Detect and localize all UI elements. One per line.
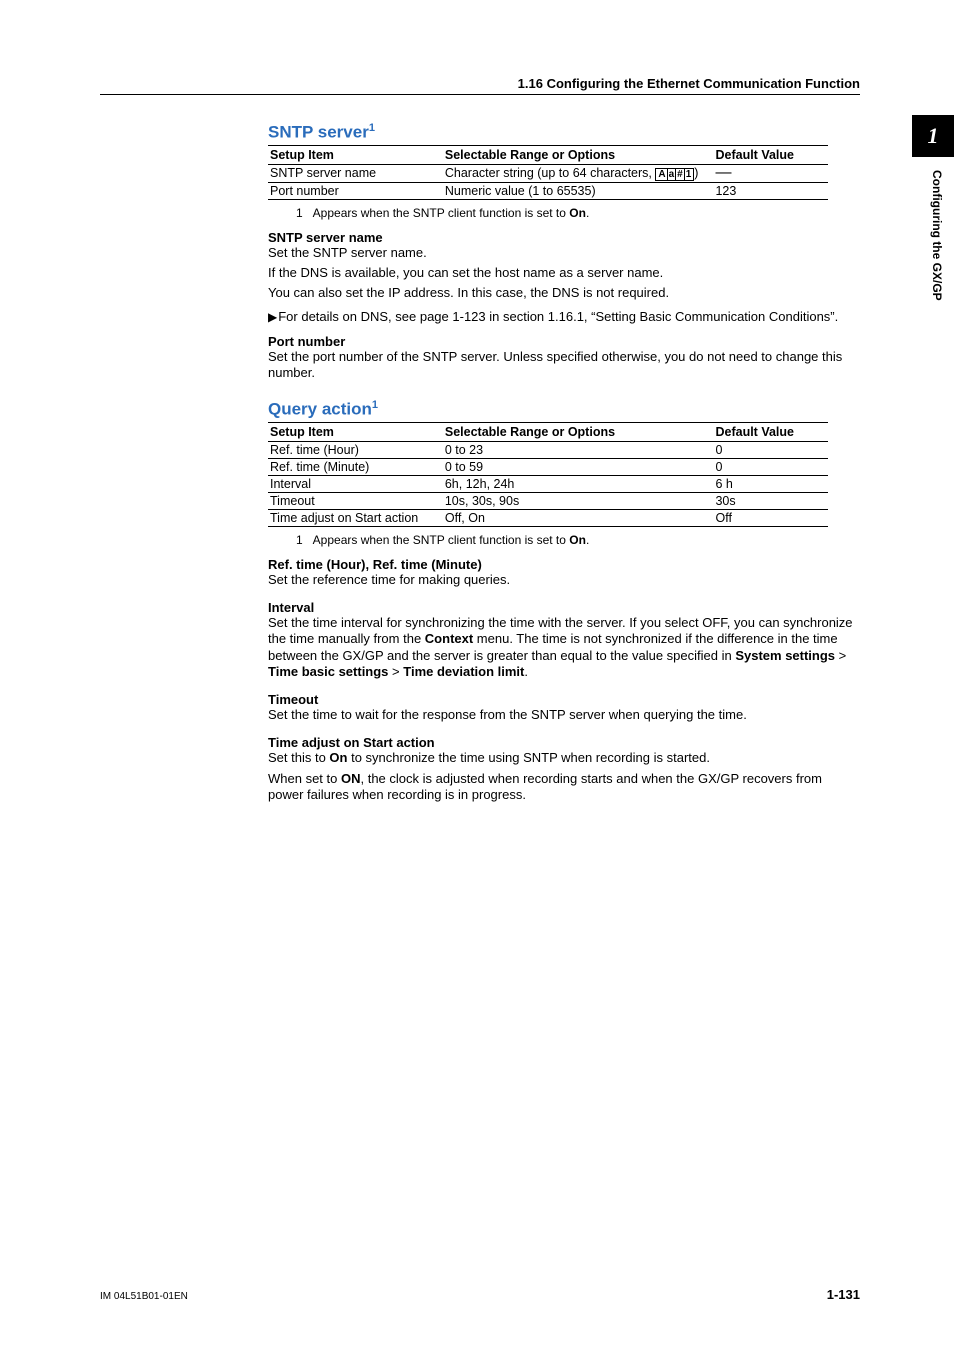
reftime-subtitle: Ref. time (Hour), Ref. time (Minute) xyxy=(268,557,860,572)
range-pre: Character string (up to 64 characters, xyxy=(445,166,656,180)
col-range: Selectable Range or Options xyxy=(443,145,714,164)
text: . xyxy=(524,664,528,679)
section-title-text: Query action xyxy=(268,400,372,419)
body-text: Set the time to wait for the response fr… xyxy=(268,707,860,723)
col-range: Selectable Range or Options xyxy=(443,422,714,441)
key-a-lower: a xyxy=(668,169,677,180)
cell-setup: SNTP server name xyxy=(268,164,443,182)
main-content: SNTP server1 Setup Item Selectable Range… xyxy=(268,122,860,807)
query-footnote: 1 Appears when the SNTP client function … xyxy=(296,533,860,547)
running-header: 1.16 Configuring the Ethernet Communicat… xyxy=(518,76,860,91)
col-setup: Setup Item xyxy=(268,145,443,164)
cell-range: Character string (up to 64 characters, A… xyxy=(443,164,714,182)
footnote-num: 1 xyxy=(296,206,310,220)
footer-doc-id: IM 04L51B01-01EN xyxy=(100,1291,188,1302)
table-row: Interval 6h, 12h, 24h 6 h xyxy=(268,475,828,492)
sntp-footnote: 1 Appears when the SNTP client function … xyxy=(296,206,860,220)
section-title-sup: 1 xyxy=(369,122,375,134)
cell-range: 0 to 23 xyxy=(443,441,714,458)
footnote-text: Appears when the SNTP client function is… xyxy=(313,533,570,547)
section-title-sup: 1 xyxy=(372,399,378,411)
table-row: Ref. time (Minute) 0 to 59 0 xyxy=(268,458,828,475)
query-table: Setup Item Selectable Range or Options D… xyxy=(268,422,828,527)
col-default: Default Value xyxy=(713,422,828,441)
key-a-upper: A xyxy=(657,169,667,180)
adjust-subtitle: Time adjust on Start action xyxy=(268,735,860,750)
footer-page-num: 1-131 xyxy=(827,1287,860,1302)
section-title-text: SNTP server xyxy=(268,123,369,142)
timeout-subtitle: Timeout xyxy=(268,692,860,707)
cell-default: 0 xyxy=(713,441,828,458)
body-text: Set this to On to synchronize the time u… xyxy=(268,750,860,766)
bold: Context xyxy=(425,631,473,646)
default-dash: ― xyxy=(715,164,731,181)
footnote-tail: . xyxy=(586,533,589,547)
cell-setup: Port number xyxy=(268,182,443,199)
bold: ON xyxy=(341,771,361,786)
chapter-tab: 1 xyxy=(912,115,954,157)
body-text: When set to ON, the clock is adjusted wh… xyxy=(268,771,860,804)
text: > xyxy=(388,664,403,679)
footnote-num: 1 xyxy=(296,533,310,547)
text: to synchronize the time using SNTP when … xyxy=(347,750,710,765)
cell-setup: Timeout xyxy=(268,492,443,509)
text: When set to xyxy=(268,771,341,786)
arrow-icon: ▶ xyxy=(268,310,277,324)
body-text: Set the SNTP server name. xyxy=(268,245,860,261)
cell-default: 6 h xyxy=(713,475,828,492)
footnote-bold: On xyxy=(569,206,586,220)
cell-setup: Ref. time (Minute) xyxy=(268,458,443,475)
body-text: Set the reference time for making querie… xyxy=(268,572,860,588)
table-row: Ref. time (Hour) 0 to 23 0 xyxy=(268,441,828,458)
sntp-table: Setup Item Selectable Range or Options D… xyxy=(268,145,828,200)
cell-range: 6h, 12h, 24h xyxy=(443,475,714,492)
cell-range: Off, On xyxy=(443,509,714,526)
table-row: Port number Numeric value (1 to 65535) 1… xyxy=(268,182,828,199)
cell-default: ― xyxy=(713,164,828,182)
table-row: Timeout 10s, 30s, 90s 30s xyxy=(268,492,828,509)
body-text: Set the port number of the SNTP server. … xyxy=(268,349,860,382)
bold: System settings xyxy=(735,648,835,663)
cell-setup: Interval xyxy=(268,475,443,492)
cell-setup: Ref. time (Hour) xyxy=(268,441,443,458)
col-default: Default Value xyxy=(713,145,828,164)
text: Set this to xyxy=(268,750,329,765)
cell-range: 10s, 30s, 90s xyxy=(443,492,714,509)
cross-reference: ▶For details on DNS, see page 1-123 in s… xyxy=(268,309,860,325)
sntp-name-subtitle: SNTP server name xyxy=(268,230,860,245)
col-setup: Setup Item xyxy=(268,422,443,441)
footnote-text: Appears when the SNTP client function is… xyxy=(313,206,570,220)
bold: On xyxy=(329,750,347,765)
section-title-sntp: SNTP server1 xyxy=(268,122,860,143)
table-row: SNTP server name Character string (up to… xyxy=(268,164,828,182)
cell-default: Off xyxy=(713,509,828,526)
section-title-query: Query action1 xyxy=(268,399,860,420)
xref-text: For details on DNS, see page 1-123 in se… xyxy=(278,309,838,324)
char-keybox: Aa#1 xyxy=(655,168,694,181)
port-subtitle: Port number xyxy=(268,334,860,349)
body-text: Set the time interval for synchronizing … xyxy=(268,615,860,680)
table-row: Time adjust on Start action Off, On Off xyxy=(268,509,828,526)
bold: Time deviation limit xyxy=(403,664,524,679)
range-post: ) xyxy=(694,166,698,180)
text: > xyxy=(835,648,846,663)
cell-range: Numeric value (1 to 65535) xyxy=(443,182,714,199)
cell-setup: Time adjust on Start action xyxy=(268,509,443,526)
key-hash: # xyxy=(676,169,685,180)
body-text: You can also set the IP address. In this… xyxy=(268,285,860,301)
header-rule xyxy=(100,94,860,95)
interval-subtitle: Interval xyxy=(268,600,860,615)
body-text: If the DNS is available, you can set the… xyxy=(268,265,860,281)
key-one: 1 xyxy=(685,169,693,180)
cell-range: 0 to 59 xyxy=(443,458,714,475)
cell-default: 30s xyxy=(713,492,828,509)
cell-default: 123 xyxy=(713,182,828,199)
cell-default: 0 xyxy=(713,458,828,475)
side-title: Configuring the GX/GP xyxy=(930,170,944,301)
bold: Time basic settings xyxy=(268,664,388,679)
footnote-tail: . xyxy=(586,206,589,220)
footnote-bold: On xyxy=(569,533,586,547)
